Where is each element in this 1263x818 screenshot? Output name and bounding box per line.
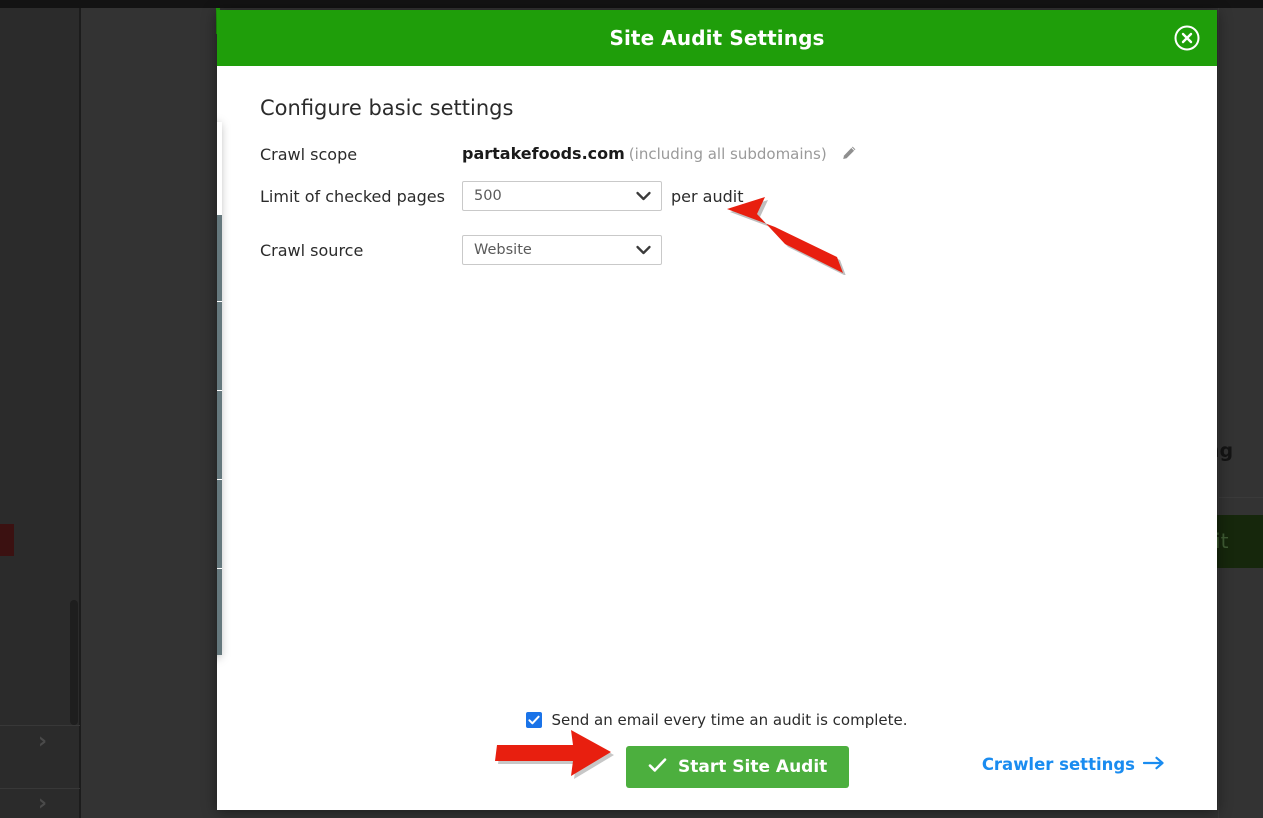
crawl-scope-value-group: partakefoods.com (including all subdomain… xyxy=(462,144,857,165)
start-site-audit-button[interactable]: Start Site Audit xyxy=(626,746,850,788)
arrow-right-icon xyxy=(1142,755,1165,774)
chevron-down-icon xyxy=(635,243,652,261)
modal-footer: Send an email every time an audit is com… xyxy=(217,711,1217,788)
sidebar-step-5[interactable]: 5 Bypass website restrictions optional xyxy=(217,479,222,568)
crawl-scope-note: (including all subdomains) xyxy=(628,144,827,163)
start-site-audit-label: Start Site Audit xyxy=(678,757,828,777)
expand-chevron-icon[interactable]: › xyxy=(38,731,58,753)
background-divider xyxy=(1218,8,1219,818)
crawl-source-label: Crawl source xyxy=(260,240,364,260)
sidebar-step-4[interactable]: 4 Remove URL parameters optional xyxy=(217,390,222,479)
modal-body: 1 Domain and limit of pages 2 Crawler se… xyxy=(217,66,1217,810)
basic-settings-form: Configure basic settings Crawl scope par… xyxy=(260,96,1187,276)
background-rail-divider xyxy=(79,8,81,818)
sidebar-step-2[interactable]: 2 Crawler settings optional xyxy=(217,214,222,301)
expand-chevron-icon[interactable]: › xyxy=(38,793,58,815)
crawl-source-row: Crawl source Website xyxy=(260,234,1187,266)
crawl-scope-row: Crawl scope partakefoods.com (including a… xyxy=(260,138,1187,170)
background-divider xyxy=(0,725,80,726)
limit-pages-suffix: per audit xyxy=(671,186,744,206)
email-notification-label: Send an email every time an audit is com… xyxy=(551,711,908,729)
step-navigation: 1 Domain and limit of pages 2 Crawler se… xyxy=(217,122,222,655)
modal-title: Site Audit Settings xyxy=(609,26,825,50)
background-left-rail xyxy=(0,8,80,818)
action-row: Start Site Audit Crawler settings xyxy=(217,746,1217,788)
check-icon xyxy=(648,757,667,778)
email-notification-row: Send an email every time an audit is com… xyxy=(217,711,1217,729)
limit-pages-value: 500 xyxy=(474,188,502,204)
background-topbar xyxy=(0,0,1263,8)
crawler-settings-link[interactable]: Crawler settings xyxy=(982,755,1165,774)
background-scrollbar[interactable] xyxy=(70,600,78,725)
site-audit-settings-modal: Site Audit Settings 1 Domain and limit o… xyxy=(217,10,1217,810)
background-divider xyxy=(1218,497,1263,498)
crawl-source-value: Website xyxy=(474,242,532,258)
sidebar-step-6[interactable]: 6 Schedule optional xyxy=(217,568,222,655)
sidebar-step-3[interactable]: 3 Allow/disallow URLs optional xyxy=(217,301,222,390)
background-divider xyxy=(0,788,80,789)
crawl-scope-domain: partakefoods.com xyxy=(462,143,625,163)
crawl-scope-label: Crawl scope xyxy=(260,144,358,164)
crawl-source-select[interactable]: Website xyxy=(462,235,662,265)
background-red-marker xyxy=(0,524,14,556)
close-circle-icon[interactable] xyxy=(1173,24,1201,52)
chevron-down-icon xyxy=(635,189,652,207)
limit-pages-label: Limit of checked pages xyxy=(260,186,445,206)
sidebar-step-1[interactable]: 1 Domain and limit of pages xyxy=(217,122,222,214)
email-notification-checkbox[interactable] xyxy=(526,712,543,728)
crawler-settings-label: Crawler settings xyxy=(981,755,1135,774)
limit-pages-row: Limit of checked pages 500 per audit xyxy=(260,180,1187,212)
limit-pages-select[interactable]: 500 xyxy=(462,181,662,211)
pencil-icon[interactable] xyxy=(836,146,857,165)
section-title: Configure basic settings xyxy=(260,96,514,120)
modal-header: Site Audit Settings xyxy=(217,10,1217,66)
